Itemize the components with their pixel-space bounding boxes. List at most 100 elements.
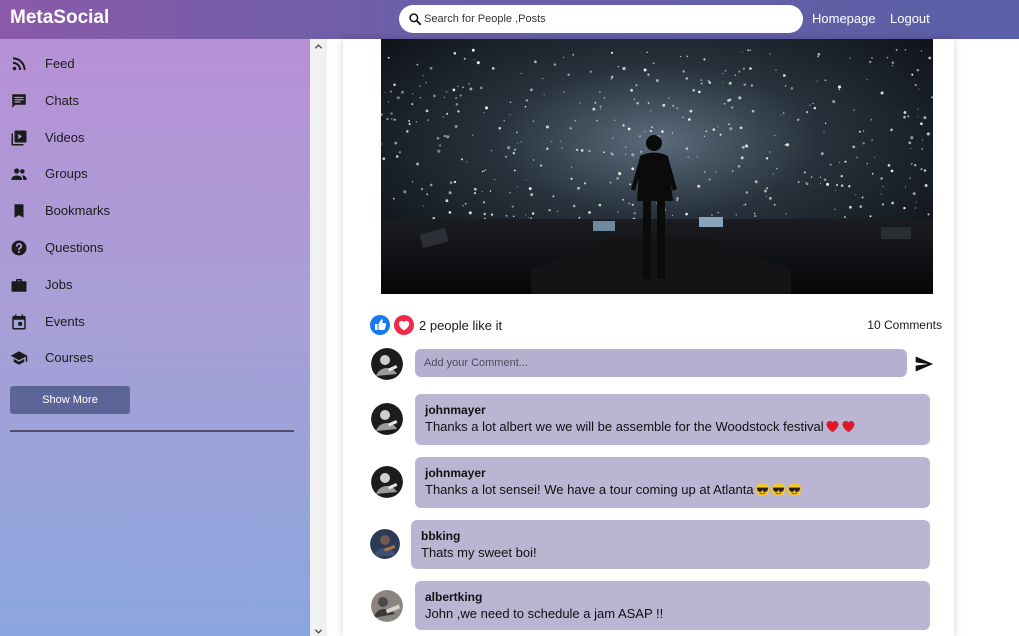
- crowd-light: [448, 191, 452, 195]
- crowd-light: [745, 145, 749, 148]
- crowd-light: [717, 126, 719, 128]
- crowd-light: [403, 190, 407, 194]
- comment-author[interactable]: bbking: [421, 529, 460, 543]
- sidebar-item-bookmarks[interactable]: Bookmarks: [10, 199, 290, 223]
- crowd-light: [765, 157, 769, 160]
- love-reaction-icon[interactable]: [394, 315, 414, 335]
- sidebar-item-events[interactable]: Events: [10, 310, 290, 334]
- crowd-light: [734, 74, 736, 76]
- crowd-light: [468, 82, 470, 85]
- crowd-light: [881, 203, 884, 206]
- crowd-light: [433, 94, 436, 98]
- comment-avatar[interactable]: [371, 403, 403, 435]
- comment-avatar[interactable]: [370, 529, 400, 559]
- crowd-light: [817, 52, 821, 56]
- crowd-light: [462, 86, 464, 89]
- comment-avatar[interactable]: [371, 590, 403, 622]
- crowd-light: [425, 82, 427, 84]
- crowd-light: [835, 189, 837, 191]
- comment-author[interactable]: johnmayer: [425, 403, 486, 417]
- sidebar-item-groups[interactable]: Groups: [10, 162, 290, 186]
- comment-text: John ,we need to schedule a jam ASAP !!: [425, 606, 664, 621]
- crowd-light: [824, 122, 827, 124]
- heart-emoji-icon: [842, 420, 855, 433]
- post-image[interactable]: [381, 39, 933, 294]
- sidebar-item-chats[interactable]: Chats: [10, 89, 290, 113]
- crowd-light: [479, 86, 483, 90]
- crowd-light: [395, 155, 399, 158]
- crowd-light: [633, 98, 636, 100]
- sidebar-item-feed[interactable]: Feed: [10, 52, 290, 76]
- crowd-light: [442, 116, 444, 118]
- logout-link[interactable]: Logout: [890, 11, 930, 26]
- sidebar-item-videos[interactable]: Videos: [10, 126, 290, 150]
- crowd-light: [763, 189, 767, 193]
- crowd-light: [411, 93, 414, 95]
- crowd-light: [682, 116, 684, 118]
- crowd-light: [387, 56, 390, 59]
- add-comment-input[interactable]: [415, 349, 907, 377]
- crowd-light: [627, 127, 631, 131]
- crowd-light: [387, 101, 390, 103]
- scroll-up-arrow-icon[interactable]: [314, 42, 323, 51]
- sidebar-item-jobs[interactable]: Jobs: [10, 273, 290, 297]
- crowd-light: [903, 111, 907, 114]
- crowd-light: [588, 211, 591, 214]
- search-bar[interactable]: [399, 5, 803, 33]
- like-reaction-icon[interactable]: [370, 315, 390, 335]
- crowd-light: [531, 212, 535, 215]
- crowd-light: [671, 132, 674, 134]
- crowd-light: [490, 213, 494, 216]
- crowd-light: [457, 85, 459, 88]
- comment-author[interactable]: albertking: [425, 590, 482, 604]
- send-icon[interactable]: [914, 354, 934, 374]
- crowd-light: [819, 176, 822, 178]
- crowd-light: [728, 98, 732, 102]
- crowd-light: [617, 211, 619, 213]
- sunglasses-emoji-icon: [787, 482, 801, 497]
- comments-count-link[interactable]: 10 Comments: [867, 318, 942, 332]
- scroll-down-arrow-icon[interactable]: [314, 627, 323, 636]
- likes-count-text[interactable]: 2 people like it: [419, 318, 502, 333]
- crowd-light: [672, 104, 675, 107]
- crowd-light: [908, 141, 912, 145]
- crowd-light: [676, 197, 679, 200]
- crowd-light: [446, 135, 450, 139]
- crowd-light: [527, 216, 529, 219]
- crowd-light: [837, 85, 842, 89]
- crowd-light: [453, 51, 457, 55]
- crowd-light: [904, 48, 907, 51]
- homepage-link[interactable]: Homepage: [812, 11, 876, 26]
- crowd-light: [816, 55, 820, 58]
- sidebar-item-courses[interactable]: Courses: [10, 346, 290, 370]
- crowd-light: [859, 205, 863, 208]
- comment-author[interactable]: johnmayer: [425, 466, 486, 480]
- crowd-light: [918, 88, 920, 90]
- crowd-light: [530, 217, 533, 220]
- crowd-light: [754, 215, 756, 217]
- crowd-light: [567, 73, 570, 76]
- crowd-light: [425, 109, 429, 113]
- crowd-light: [503, 119, 505, 122]
- crowd-light: [723, 102, 726, 105]
- crowd-light: [849, 57, 851, 59]
- crowd-light: [780, 114, 782, 116]
- crowd-light: [622, 198, 625, 201]
- crowd-light: [559, 140, 562, 143]
- crowd-light: [647, 73, 650, 76]
- sidebar-scrollbar[interactable]: [310, 39, 327, 636]
- brand-logo[interactable]: MetaSocial: [10, 7, 109, 29]
- crowd-light: [393, 83, 396, 87]
- crowd-light: [741, 51, 743, 53]
- crowd-light: [562, 56, 565, 58]
- crowd-light: [926, 132, 930, 136]
- current-user-avatar[interactable]: [371, 348, 403, 380]
- crowd-light: [909, 177, 911, 179]
- crowd-light: [652, 62, 655, 65]
- search-input[interactable]: [424, 9, 794, 29]
- sidebar-item-questions[interactable]: Questions: [10, 236, 290, 260]
- crowd-light: [609, 181, 612, 184]
- show-more-button[interactable]: Show More: [10, 386, 130, 414]
- comment-avatar[interactable]: [371, 466, 403, 498]
- crowd-light: [737, 164, 741, 168]
